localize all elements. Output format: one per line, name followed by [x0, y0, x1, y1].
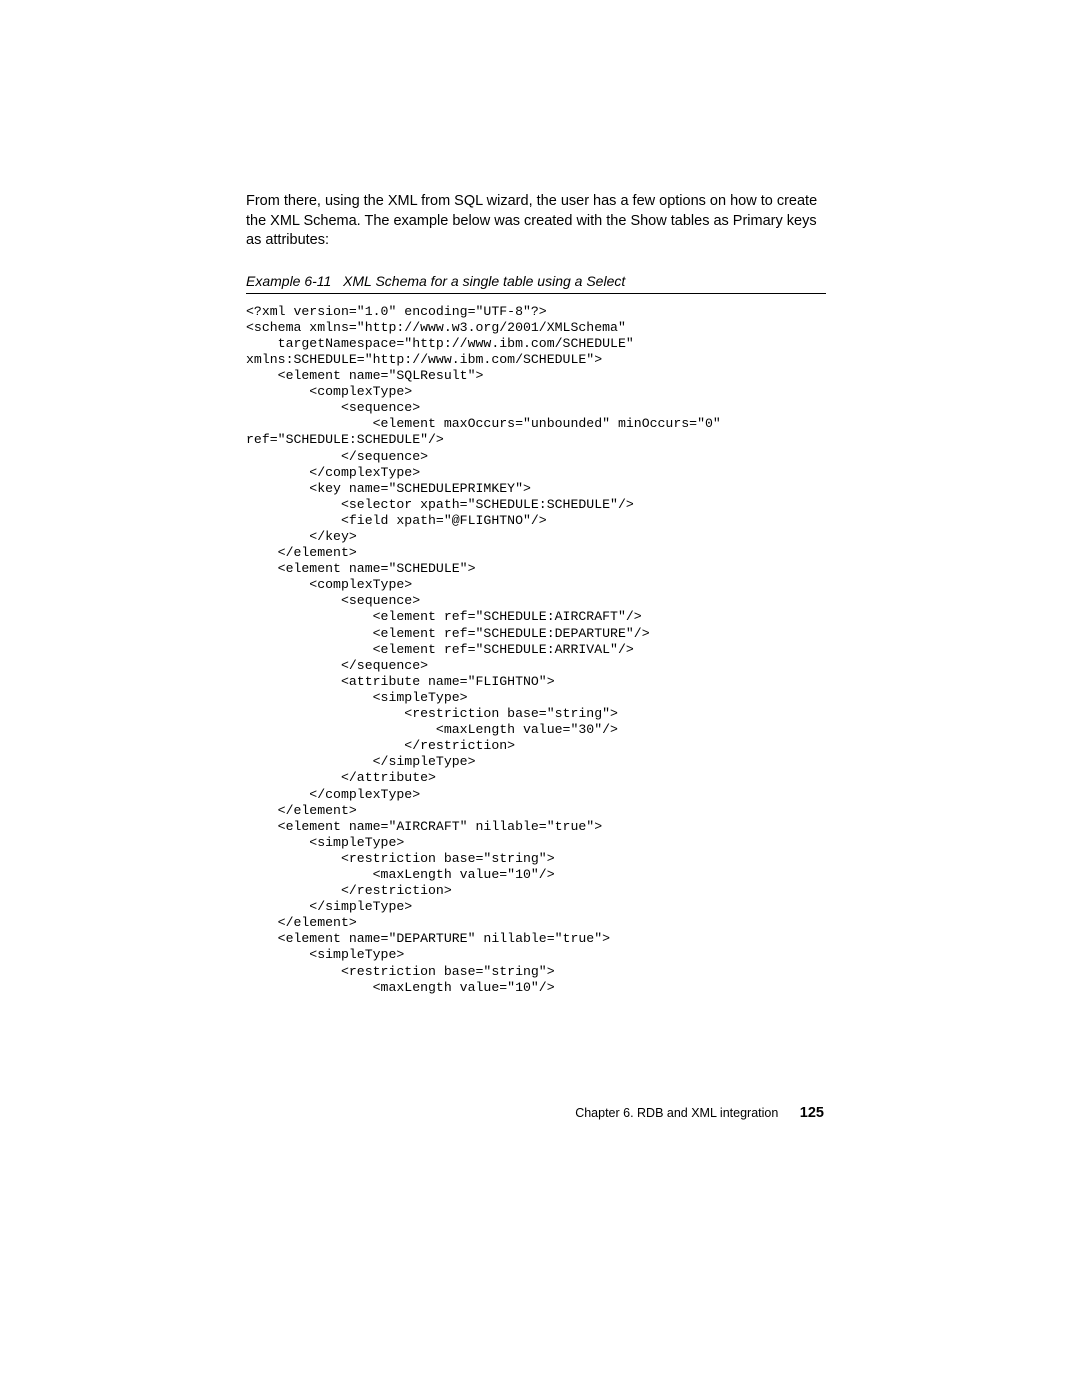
caption-rule — [246, 293, 826, 294]
caption-text: XML Schema for a single table using a Se… — [343, 273, 625, 289]
footer-page-number: 125 — [800, 1105, 824, 1121]
footer-chapter-label: Chapter 6. RDB and XML integration — [575, 1106, 778, 1120]
example-caption: Example 6-11 XML Schema for a single tab… — [246, 273, 826, 289]
intro-paragraph: From there, using the XML from SQL wizar… — [246, 192, 826, 251]
page-content: From there, using the XML from SQL wizar… — [246, 192, 826, 996]
page-footer: Chapter 6. RDB and XML integration 125 — [575, 1105, 824, 1121]
code-listing: <?xml version="1.0" encoding="UTF-8"?> <… — [246, 304, 826, 996]
caption-label: Example 6-11 — [246, 273, 331, 289]
